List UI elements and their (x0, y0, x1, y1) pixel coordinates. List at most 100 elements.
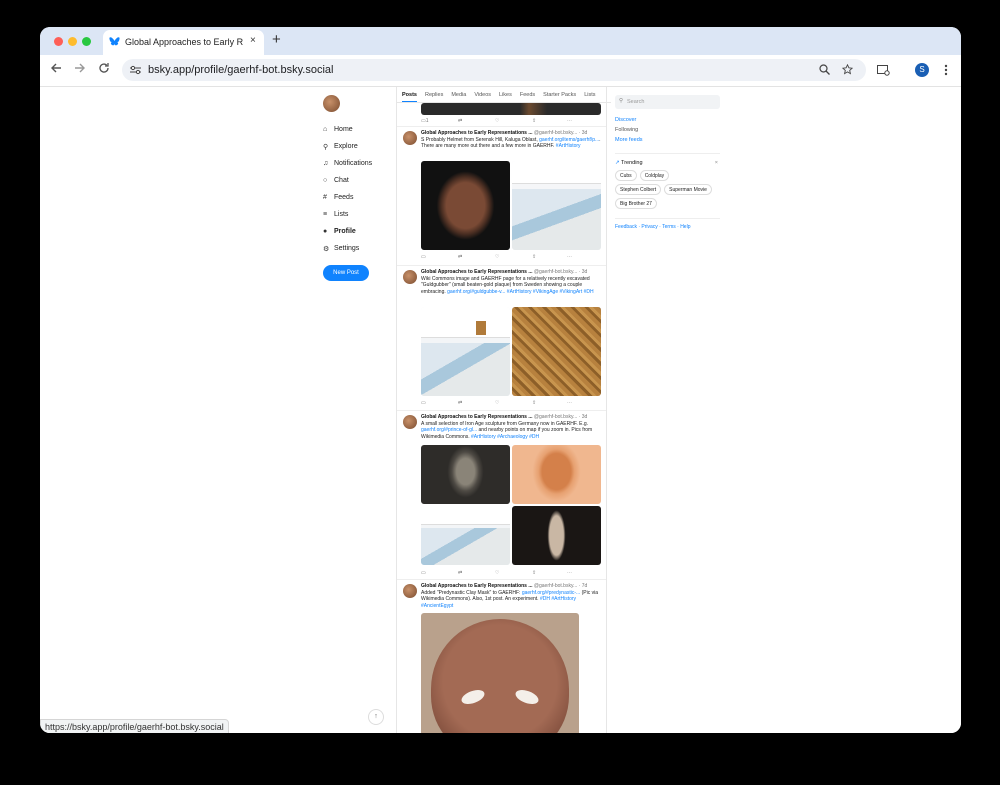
tab-likes[interactable]: Likes (499, 87, 512, 102)
zoom-window-button[interactable] (82, 37, 91, 46)
post-link[interactable]: gaerhf.org/#guldgubbe-v... (447, 289, 505, 295)
address-bar[interactable]: bsky.app/profile/gaerhf-bot.bsky.social (122, 59, 866, 81)
post-hashtags[interactable]: #ArtHistory (556, 143, 581, 149)
minimize-window-button[interactable] (68, 37, 77, 46)
tab-feeds[interactable]: Feeds (520, 87, 535, 102)
more-icon[interactable]: ⋯ (567, 118, 572, 124)
repost-icon[interactable]: ⇄ (458, 570, 462, 576)
post-item[interactable]: Global Approaches to Early Representatio… (397, 127, 606, 266)
author-avatar[interactable] (403, 270, 417, 284)
reply-icon[interactable]: ▭ 1 (421, 118, 429, 124)
share-icon[interactable]: ⇪ (532, 118, 536, 124)
post-image[interactable] (512, 307, 601, 396)
author-handle[interactable]: @gaerhf-bot.bsky... (534, 414, 577, 420)
close-tab-icon[interactable]: × (250, 35, 256, 46)
post-link[interactable]: gaerhf.org/items/gaerhf/p... (539, 137, 599, 143)
post-time[interactable]: · 7d (579, 583, 588, 589)
tab-media[interactable]: Media (451, 87, 466, 102)
author-handle[interactable]: @gaerhf-bot.bsky... (534, 130, 577, 136)
link-more-feeds[interactable]: More feeds (615, 137, 720, 143)
author-name[interactable]: Global Approaches to Early Representatio… (421, 269, 533, 275)
more-icon[interactable]: ⋯ (567, 400, 572, 406)
post-image[interactable] (421, 506, 510, 565)
post-time[interactable]: · 3d (579, 269, 588, 275)
post-link[interactable]: gaerhf.org/#prince-of-gl... (421, 427, 477, 433)
profile-avatar-button[interactable]: S (915, 63, 929, 77)
new-post-button[interactable]: New Post (323, 265, 369, 281)
nav-item-home[interactable]: ⌂ Home (323, 121, 403, 138)
post-hashtags[interactable]: #ArtHistory #VikingAge #VikingArt #DH (507, 289, 594, 295)
reply-icon[interactable]: ▭ (421, 254, 426, 260)
nav-item-explore[interactable]: ⚲ Explore (323, 138, 403, 155)
link-discover[interactable]: Discover (615, 117, 720, 123)
share-icon[interactable]: ⇪ (532, 570, 536, 576)
close-icon[interactable]: × (715, 160, 718, 166)
author-avatar[interactable] (403, 584, 417, 598)
tab-replies[interactable]: Replies (425, 87, 443, 102)
post-image[interactable] (421, 445, 510, 504)
sidebar-footer-links[interactable]: Feedback · Privacy · Terms · Help (615, 218, 720, 230)
author-handle[interactable]: @gaerhf-bot.bsky... (534, 583, 577, 589)
post-image[interactable] (512, 445, 601, 504)
post-image[interactable] (421, 307, 510, 396)
more-icon[interactable]: ⋯ (567, 570, 572, 576)
author-avatar[interactable] (403, 415, 417, 429)
tab-starter-packs[interactable]: Starter Packs (543, 87, 576, 102)
trending-chip[interactable]: Superman Movie (664, 184, 712, 195)
reply-icon[interactable]: ▭ (421, 400, 426, 406)
post-time[interactable]: · 3d (579, 414, 588, 420)
tab-posts[interactable]: Posts (402, 87, 417, 102)
star-icon[interactable] (842, 64, 853, 75)
author-name[interactable]: Global Approaches to Early Representatio… (421, 583, 533, 589)
share-icon[interactable]: ⇪ (532, 254, 536, 260)
author-avatar[interactable] (403, 131, 417, 145)
trending-chip[interactable]: Big Brother 27 (615, 198, 657, 209)
post-image[interactable] (421, 613, 579, 733)
nav-item-profile[interactable]: ● Profile (323, 223, 403, 240)
author-name[interactable]: Global Approaches to Early Representatio… (421, 414, 533, 420)
cast-icon[interactable] (877, 65, 890, 76)
search-input[interactable]: ⚲ Search (615, 95, 720, 109)
nav-item-notifications[interactable]: ♫ Notifications (323, 155, 403, 172)
new-tab-button[interactable]: + (272, 31, 281, 48)
nav-item-chat[interactable]: ○ Chat (323, 172, 403, 189)
back-arrow-icon[interactable] (50, 62, 62, 74)
more-icon[interactable]: ⋯ (567, 254, 572, 260)
post-image[interactable] (421, 161, 510, 250)
post-item[interactable]: Global Approaches to Early Representatio… (397, 411, 606, 580)
my-avatar[interactable] (323, 95, 340, 112)
like-icon[interactable]: ♡ (495, 570, 499, 576)
reply-icon[interactable]: ▭ (421, 570, 426, 576)
repost-icon[interactable]: ⇄ (458, 118, 462, 124)
browser-tab[interactable]: Global Approaches to Early R × (103, 30, 264, 55)
post-image[interactable] (512, 161, 601, 250)
arrow-up-icon[interactable]: ↑ (368, 709, 384, 725)
like-icon[interactable]: ♡ (495, 254, 499, 260)
tab-videos[interactable]: Videos (474, 87, 491, 102)
post-hashtags[interactable]: #ArtHistory #Archaeology #DH (471, 434, 539, 440)
trending-chip[interactable]: Coldplay (639, 170, 670, 181)
author-handle[interactable]: @gaerhf-bot.bsky... (534, 269, 577, 275)
link-following[interactable]: Following (615, 127, 720, 133)
post-item[interactable]: Global Approaches to Early Representatio… (397, 266, 606, 411)
like-icon[interactable]: ♡ (495, 118, 499, 124)
repost-icon[interactable]: ⇄ (458, 254, 462, 260)
tune-icon[interactable] (130, 65, 141, 75)
post-time[interactable]: · 3d (579, 130, 588, 136)
trending-chip[interactable]: Cubs (615, 170, 637, 181)
close-window-button[interactable] (54, 37, 63, 46)
post-image[interactable] (512, 506, 601, 565)
nav-item-feeds[interactable]: # Feeds (323, 189, 403, 206)
post-item[interactable]: Global Approaches to Early Representatio… (397, 580, 606, 733)
repost-icon[interactable]: ⇄ (458, 400, 462, 406)
post-link[interactable]: gaerhf.org/#predynastic-... (522, 590, 580, 596)
post-image[interactable] (421, 103, 601, 115)
zoom-icon[interactable] (819, 64, 830, 75)
post-partial[interactable]: ▭ 1 ⇄ ♡ ⇪ ⋯ (397, 103, 606, 127)
kebab-menu-icon[interactable] (944, 64, 948, 76)
nav-item-settings[interactable]: ⚙ Settings (323, 240, 403, 257)
trending-chip[interactable]: Stephen Colbert (615, 184, 662, 195)
forward-arrow-icon[interactable] (74, 62, 86, 74)
author-name[interactable]: Global Approaches to Early Representatio… (421, 130, 533, 136)
tab-lists[interactable]: Lists (584, 87, 595, 102)
